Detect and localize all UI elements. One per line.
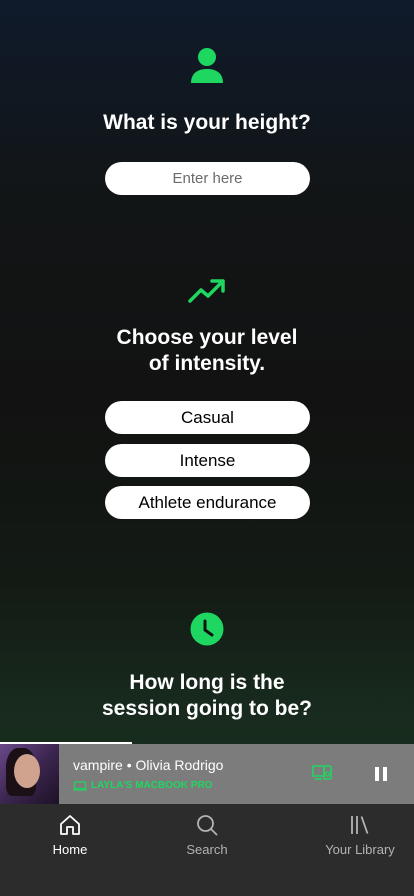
album-art (0, 744, 59, 804)
title-separator: • (126, 757, 132, 773)
nav-search-label: Search (186, 842, 228, 857)
connected-device: LAYLA'S MACBOOK PRO (73, 780, 212, 791)
pause-icon (375, 767, 387, 781)
nav-library[interactable]: Your Library (320, 814, 400, 857)
trending-up-icon (188, 278, 226, 309)
now-playing-text: vampire • Olivia Rodrigo (73, 757, 223, 773)
nav-search[interactable]: Search (177, 814, 237, 857)
mini-player[interactable]: vampire • Olivia Rodrigo LAYLA'S MACBOOK… (0, 744, 414, 804)
search-icon (197, 815, 218, 836)
session-question-line1: How long is the (129, 671, 285, 694)
intensity-option-intense[interactable]: Intense (105, 444, 310, 477)
speaker-device-icon (312, 765, 332, 780)
person-icon (190, 48, 224, 89)
song-title: vampire (73, 757, 123, 773)
session-question: How long is the session going to be? (0, 670, 414, 722)
intensity-question-line1: Choose your level (116, 326, 298, 349)
nav-home[interactable]: Home (40, 814, 100, 857)
library-icon (351, 816, 369, 834)
session-question-line2: session going to be? (101, 697, 312, 720)
intensity-question-line2: of intensity. (148, 352, 266, 375)
height-input-placeholder: Enter here (172, 170, 243, 187)
home-icon (60, 815, 80, 835)
connect-device-button[interactable] (312, 764, 332, 787)
clock-icon (190, 612, 224, 651)
laptop-device-icon (73, 780, 87, 791)
pause-button[interactable] (374, 766, 388, 787)
nav-library-label: Your Library (325, 842, 395, 857)
intensity-question: Choose your level of intensity. (0, 325, 414, 377)
intensity-option-athlete-endurance[interactable]: Athlete endurance (105, 486, 310, 519)
height-input[interactable]: Enter here (105, 162, 310, 195)
device-name: LAYLA'S MACBOOK PRO (91, 780, 213, 791)
intensity-option-casual[interactable]: Casual (105, 401, 310, 434)
height-question: What is your height? (103, 111, 311, 134)
artist-name: Olivia Rodrigo (135, 757, 224, 773)
bottom-nav: Home Search Your Library (0, 804, 414, 896)
nav-home-label: Home (52, 842, 88, 857)
